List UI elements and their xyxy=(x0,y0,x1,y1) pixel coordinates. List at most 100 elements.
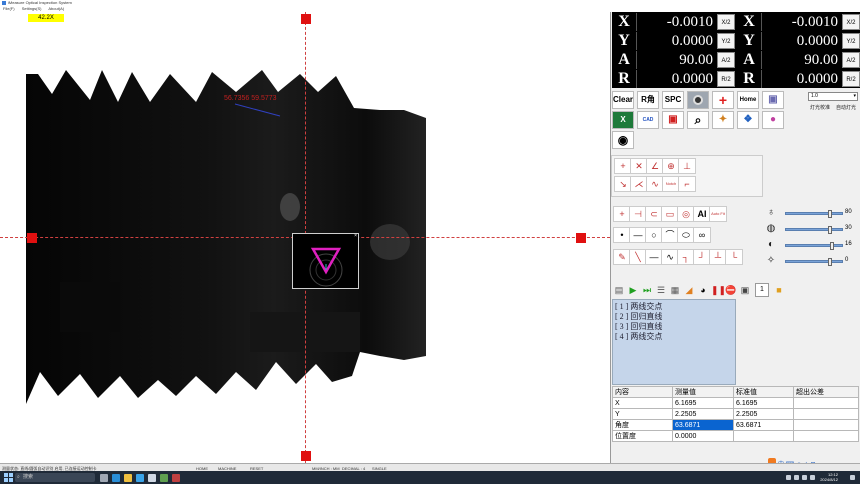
table-cell: 2.2505 xyxy=(733,408,794,420)
tool-multi-button[interactable]: ∞ xyxy=(693,227,711,243)
play-icon[interactable]: ▶ xyxy=(627,284,639,296)
angle-tool-icon xyxy=(309,247,343,287)
list-item[interactable]: [ 3 ] 回归直线 xyxy=(615,322,733,332)
table-row[interactable]: X 6.1695 6.1695 xyxy=(612,397,859,409)
save-icon[interactable]: ▣ xyxy=(739,284,751,296)
construct-dash-button[interactable]: ⌐ xyxy=(678,176,696,192)
tray-up-icon[interactable] xyxy=(786,475,791,480)
r-angle-button[interactable]: R角 xyxy=(637,91,659,109)
store-icon[interactable] xyxy=(136,474,144,482)
app-task-icon[interactable] xyxy=(148,474,156,482)
camera-button[interactable] xyxy=(687,91,709,109)
dro-half-r-button[interactable]: R/2 xyxy=(717,71,735,87)
list-item[interactable]: [ 4 ] 两线交点 xyxy=(615,332,733,342)
list-icon[interactable]: ☰ xyxy=(655,284,667,296)
dro-half-a-button[interactable]: A/2 xyxy=(717,52,735,68)
table-row[interactable]: 位置度 0.0000 xyxy=(612,430,859,442)
menu-file[interactable]: File(F) xyxy=(3,6,15,11)
control-panel: X -0.0010 X/2 Y 0.0000 Y/2 A 90.00 A/2 R… xyxy=(610,12,860,463)
lens-select[interactable]: 1.0 ▾ xyxy=(808,92,858,101)
table-row[interactable]: Y 2.2505 2.2505 xyxy=(612,408,859,420)
tool-corner-button[interactable]: └ xyxy=(725,249,743,265)
file-explorer-icon[interactable] xyxy=(124,474,132,482)
ring-light-slider[interactable] xyxy=(785,242,843,250)
color-settings-button[interactable]: ● xyxy=(762,111,784,129)
light-calibrate-button[interactable]: 灯光校准 xyxy=(808,104,832,112)
surface-light-slider[interactable] xyxy=(785,210,843,218)
menu-settings[interactable]: Settings(S) xyxy=(22,6,42,11)
table-cell: 位置度 xyxy=(612,430,673,442)
dro-half-x-button[interactable]: X/2 xyxy=(717,14,735,30)
ring-light-icon: ◐ xyxy=(767,239,775,250)
tool-preview-popup[interactable]: × xyxy=(292,233,359,289)
window-button[interactable]: ▣ xyxy=(762,91,784,109)
auto-light-button[interactable]: 自动灯光 xyxy=(834,104,858,112)
taskbar-search[interactable]: ⌕ 搜索 xyxy=(15,473,95,482)
taskbar-clock[interactable]: 12:12 2024/8/12 xyxy=(820,472,838,482)
pause-icon[interactable]: ❚❚ xyxy=(711,284,726,296)
folder-icon[interactable]: ■ xyxy=(773,284,785,296)
fast-forward-icon[interactable]: ⏭ xyxy=(641,284,653,296)
snapshot-button[interactable]: ▣ xyxy=(662,111,684,129)
close-icon[interactable]: × xyxy=(354,234,357,239)
dro-half-y-button[interactable]: Y/2 xyxy=(717,33,735,49)
dro2-half-a-button[interactable]: A/2 xyxy=(842,52,860,68)
table-icon[interactable]: ▦ xyxy=(669,284,681,296)
list-item[interactable]: [ 2 ] 回归直线 xyxy=(615,312,733,322)
excel-export-button[interactable]: X xyxy=(612,111,634,129)
program-icon[interactable]: ▤ xyxy=(613,284,625,296)
network-icon[interactable] xyxy=(794,475,799,480)
table-header-row: 内容 测量值 标准值 超出公差 xyxy=(612,386,859,398)
camera-view[interactable]: 42.2X 56.7356 59.5773 × xyxy=(0,12,610,463)
handle-right[interactable] xyxy=(576,233,586,243)
menu-about[interactable]: About(A) xyxy=(48,6,64,11)
coaxial-light-value: 0 xyxy=(845,257,849,263)
clear-button[interactable]: Clear xyxy=(612,91,634,109)
volume-icon[interactable] xyxy=(802,475,807,480)
spc-button[interactable]: SPC xyxy=(662,91,684,109)
zoom-button[interactable]: ⌕ xyxy=(687,111,709,129)
target-button[interactable]: ◉ xyxy=(612,131,634,149)
construct-perpendicular-button[interactable]: ⊥ xyxy=(678,158,696,174)
dro2-half-r-button[interactable]: R/2 xyxy=(842,71,860,87)
auto-measure-button[interactable]: ✦ xyxy=(712,111,734,129)
table-cell-selected[interactable]: 63.6871 xyxy=(672,419,734,431)
crosshair-button[interactable]: + xyxy=(712,91,734,109)
notification-icon[interactable] xyxy=(850,475,855,480)
dro2-half-y-button[interactable]: Y/2 xyxy=(842,33,860,49)
app3-task-icon[interactable] xyxy=(172,474,180,482)
slider-thumb[interactable] xyxy=(828,226,832,234)
slider-thumb[interactable] xyxy=(828,258,832,266)
photo-icon: ▣ xyxy=(668,114,678,125)
handle-top[interactable] xyxy=(301,14,311,24)
windows-start-icon[interactable] xyxy=(4,473,13,482)
table-row[interactable]: 角度 63.6871 63.6871 xyxy=(612,419,859,431)
task-view-icon[interactable] xyxy=(100,474,108,482)
wave-icon: ∿ xyxy=(651,179,659,189)
home-button[interactable]: Home xyxy=(737,91,759,109)
contour-light-slider[interactable] xyxy=(785,226,843,234)
dro2-value-a: 90.00 xyxy=(761,51,841,69)
dro-axis-x: X xyxy=(618,13,630,30)
list-item[interactable]: [ 1 ] 两线交点 xyxy=(615,302,733,312)
handle-left[interactable] xyxy=(27,233,37,243)
chart-icon[interactable]: ◢ xyxy=(683,284,695,296)
dro2-half-x-button[interactable]: X/2 xyxy=(842,14,860,30)
app2-task-icon[interactable] xyxy=(160,474,168,482)
edge-icon[interactable] xyxy=(112,474,120,482)
pie-icon[interactable]: ◕ xyxy=(697,284,709,296)
battery-icon[interactable] xyxy=(810,475,815,480)
slider-thumb[interactable] xyxy=(828,210,832,218)
table-cell xyxy=(793,419,859,431)
handle-bottom[interactable] xyxy=(301,451,311,461)
lens-select-value: 1.0 xyxy=(811,93,818,99)
auto-fit-button[interactable]: Auto Fit xyxy=(709,206,727,222)
wave-icon: ∿ xyxy=(666,252,674,262)
table-cell: 角度 xyxy=(612,419,673,431)
slider-thumb[interactable] xyxy=(830,242,834,250)
stop-icon[interactable]: ⛔ xyxy=(725,284,737,296)
cad-button[interactable]: CAD xyxy=(637,111,659,129)
table-cell xyxy=(733,430,794,442)
3d-view-button[interactable]: ❖ xyxy=(737,111,759,129)
coaxial-light-slider[interactable] xyxy=(785,258,843,266)
